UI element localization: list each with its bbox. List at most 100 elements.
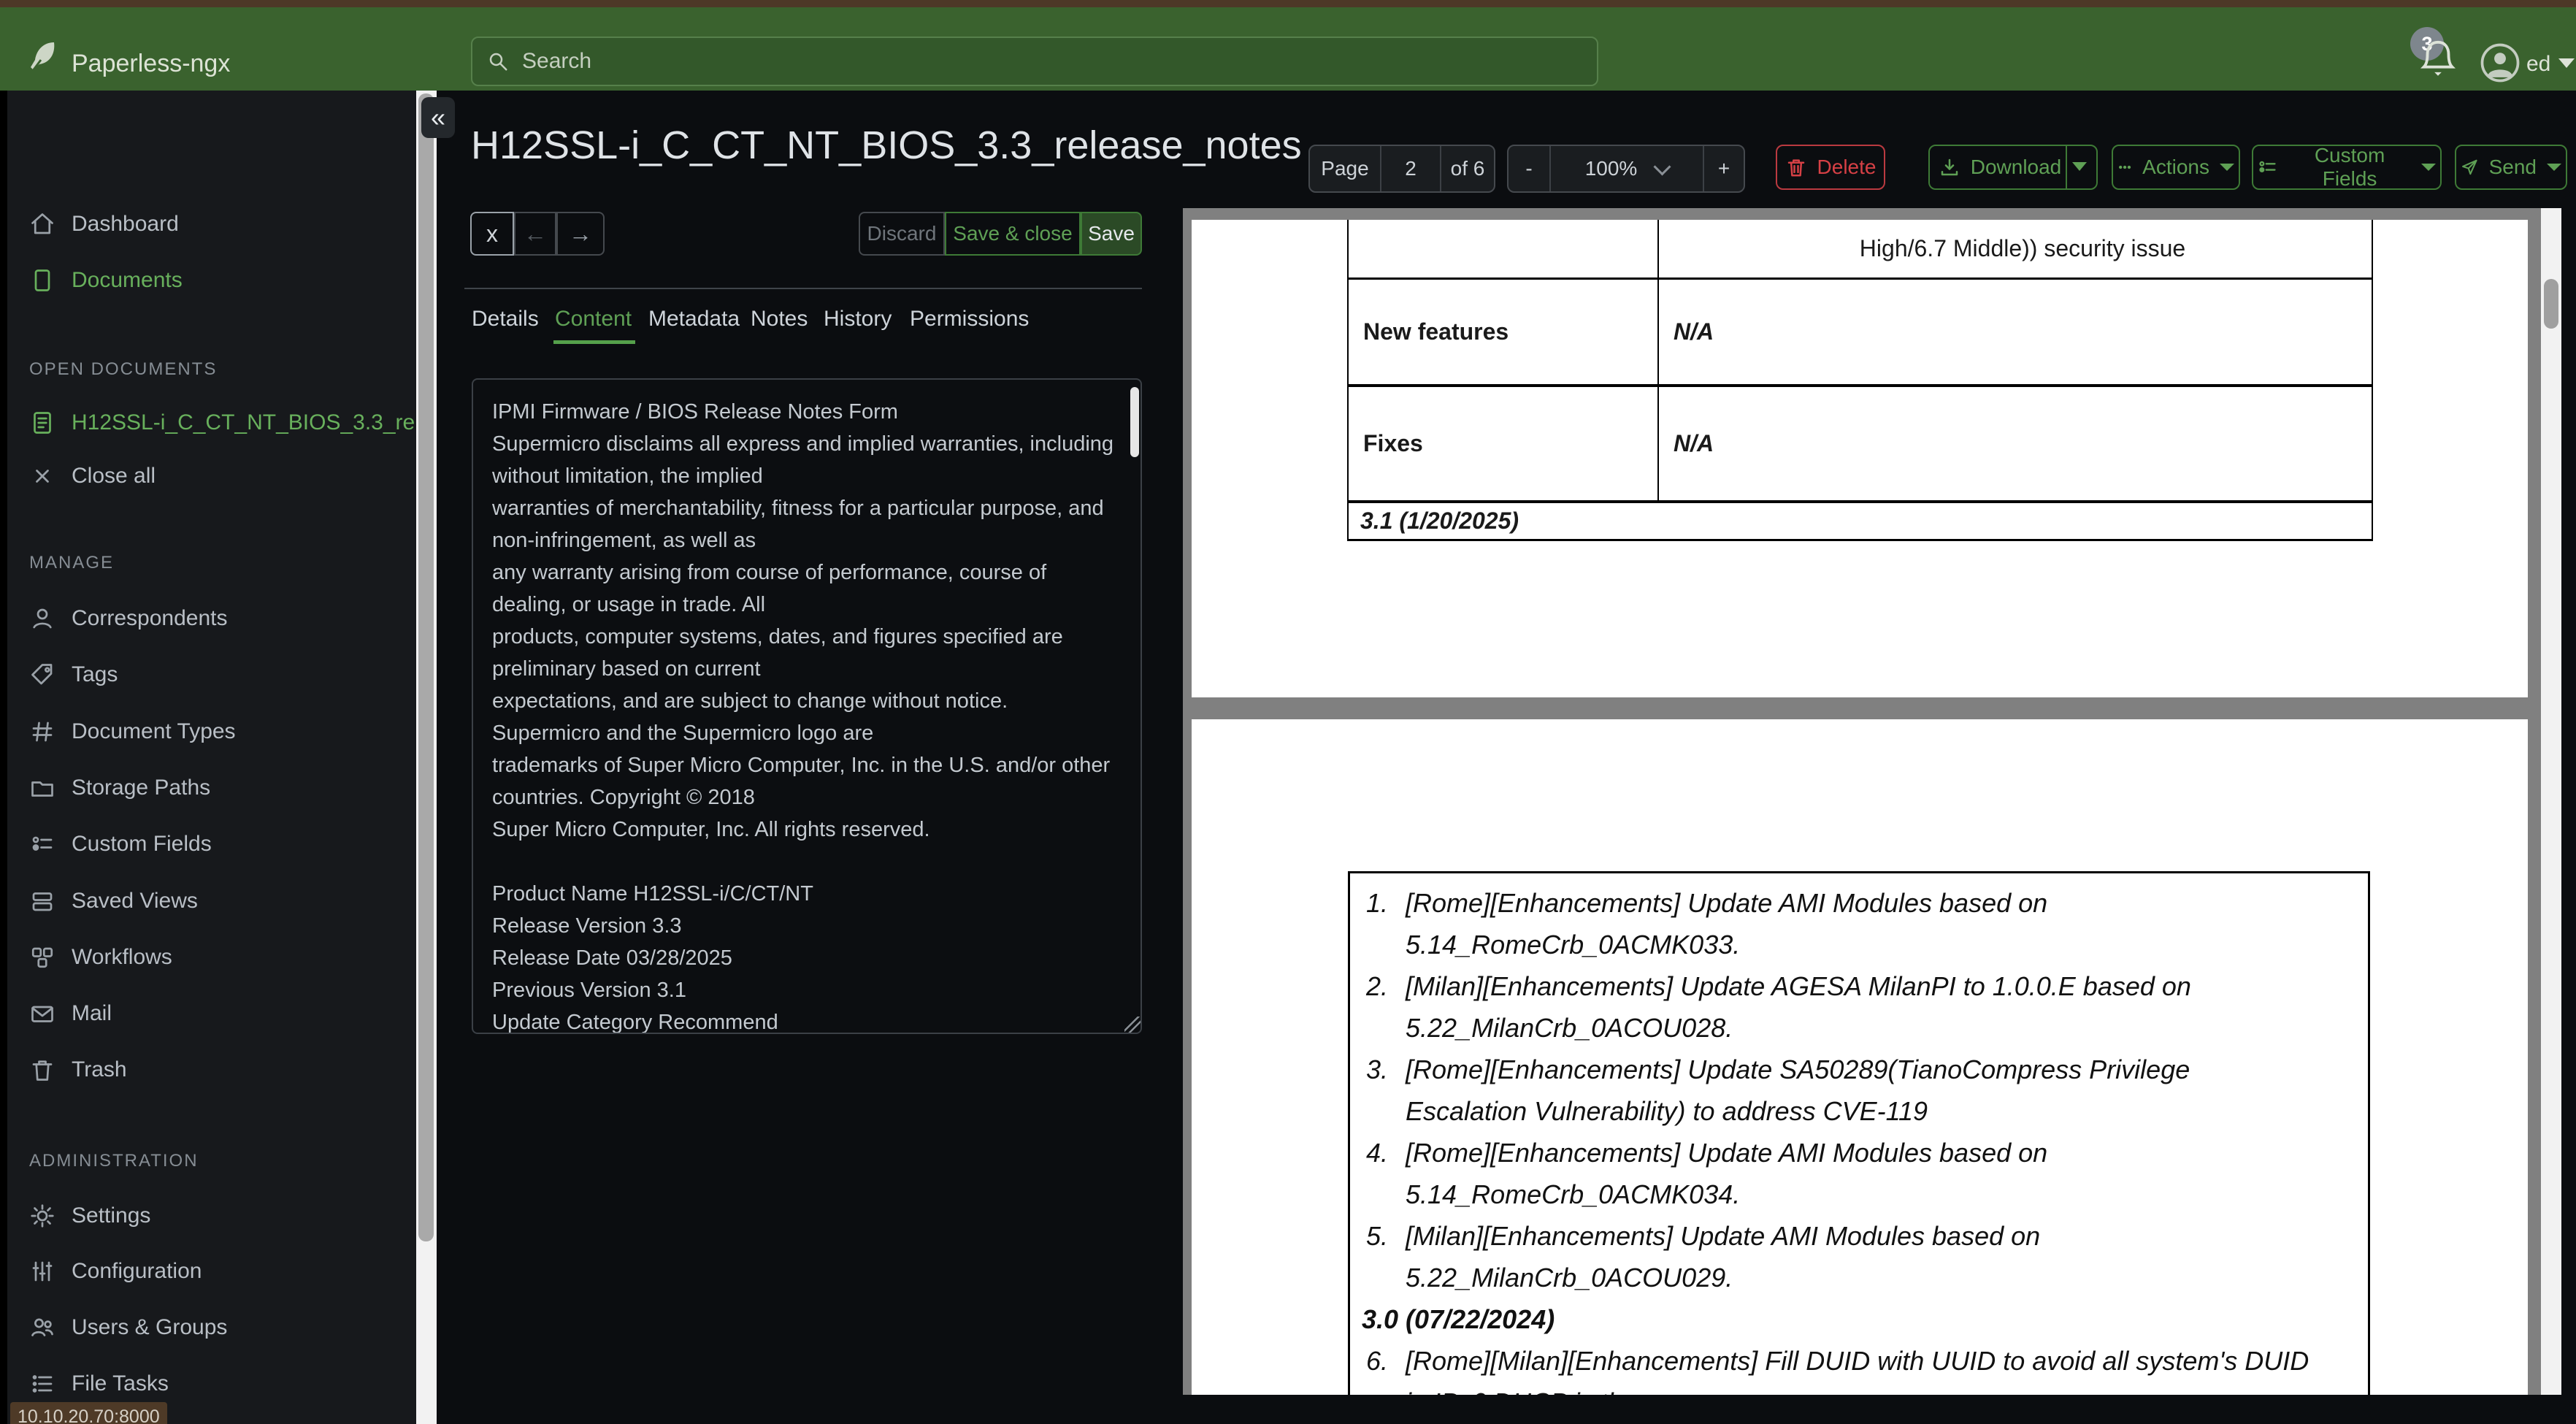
zoom-in-button[interactable]: + (1703, 146, 1744, 191)
trash-icon (1787, 159, 1804, 177)
list-item-number: 1. (1366, 888, 1389, 918)
discard-button[interactable]: Discard (859, 212, 945, 256)
user-menu-caret-icon[interactable] (2558, 58, 2575, 68)
release-notes-table: High/6.7 Middle)) security issue New fea… (1347, 220, 2373, 541)
sidebar: Dashboard Documents OPEN DOCUMENTS H12SS… (7, 91, 438, 1424)
list-item-text: [Milan][Enhancements] Update AMI Modules… (1406, 1221, 2041, 1293)
sidebar-item-workflows[interactable]: Workflows (29, 940, 172, 975)
sidebar-item-settings[interactable]: Settings (29, 1198, 150, 1233)
changelog-version-heading: 3.0 (07/22/2024) (1362, 1304, 1555, 1334)
list-item-text: [Rome][Enhancements] Update AMI Modules … (1406, 1138, 2048, 1209)
changelog-list-item: 4. [Rome][Enhancements] Update AMI Module… (1350, 1132, 2317, 1215)
list-item-text: [Rome][Enhancements] Update SA50289(Tian… (1406, 1054, 2190, 1126)
sidebar-item-mail[interactable]: Mail (29, 996, 112, 1031)
zoom-out-button[interactable]: - (1509, 146, 1549, 191)
sidebar-scrollbar-thumb[interactable] (418, 93, 434, 1241)
download-caret-icon[interactable] (2072, 162, 2087, 171)
zoom-level-value: 100% (1584, 157, 1638, 180)
delete-button[interactable]: Delete (1776, 145, 1885, 190)
table-value: N/A (1674, 430, 1714, 456)
sidebar-item-file-tasks[interactable]: File Tasks (29, 1366, 169, 1401)
page-number-input[interactable]: 2 (1380, 146, 1440, 191)
tab-history[interactable]: History (824, 307, 892, 332)
next-document-button[interactable]: → (556, 212, 605, 256)
changelog-list-item: 3. [Rome][Enhancements] Update SA50289(Ti… (1350, 1049, 2317, 1132)
textarea-scrollbar-thumb[interactable] (1130, 387, 1139, 457)
sidebar-item-open-document[interactable]: H12SSL-i_C_CT_NT_BIOS_3.3_rel... (29, 405, 438, 440)
tab-notes[interactable]: Notes (751, 307, 808, 332)
close-document-button[interactable]: x (470, 212, 514, 256)
sidebar-item-tags[interactable]: Tags (29, 657, 118, 692)
actions-caret-icon (2220, 164, 2234, 171)
table-cell-partial: High/6.7 Middle)) security issue (1859, 235, 2186, 261)
changelog-box: 1. [Rome][Enhancements] Update AMI Module… (1348, 871, 2370, 1395)
close-icon (36, 470, 49, 483)
table-cell (1349, 220, 1659, 277)
table-version-row: 3.1 (1/20/2025) (1347, 500, 2373, 541)
search-icon (489, 53, 507, 71)
changelog-list-item: 1. [Rome][Enhancements] Update AMI Module… (1350, 882, 2317, 965)
tab-content[interactable]: Content (555, 307, 632, 332)
list-item-number: 2. (1366, 971, 1389, 1001)
send-icon (2462, 159, 2477, 175)
textarea-resize-handle[interactable] (1124, 1017, 1141, 1033)
app-window: Paperless-ngx 3 ed Dashboard (0, 0, 2576, 1424)
sidebar-item-saved-views[interactable]: Saved Views (29, 884, 198, 919)
username-label[interactable]: ed (2526, 52, 2550, 77)
previous-document-button[interactable]: ← (514, 212, 556, 256)
save-and-close-button[interactable]: Save & close (945, 212, 1081, 256)
app-header: Paperless-ngx 3 ed (0, 7, 2576, 91)
tag-icon (31, 664, 53, 685)
bell-icon[interactable] (2417, 37, 2459, 83)
ellipsis-icon (2119, 165, 2131, 169)
sidebar-item-close-all[interactable]: Close all (29, 459, 156, 494)
sidebar-item-trash[interactable]: Trash (29, 1052, 127, 1087)
editor-divider (464, 288, 1142, 289)
list-item-text: [Milan][Enhancements] Update AGESA Milan… (1406, 971, 2191, 1043)
sidebar-item-dashboard[interactable]: Dashboard (29, 207, 179, 242)
gear-icon (31, 1204, 54, 1228)
actions-button[interactable]: Actions (2112, 145, 2240, 190)
list-item-number: 4. (1366, 1138, 1389, 1168)
preview-scrollbar-thumb[interactable] (2544, 279, 2558, 329)
user-avatar-icon[interactable] (2480, 42, 2521, 83)
window-edge (0, 91, 7, 1424)
global-search[interactable] (471, 37, 1598, 86)
sidebar-item-document-types[interactable]: Document Types (29, 714, 236, 749)
workflows-icon (31, 947, 53, 968)
tab-metadata[interactable]: Metadata (648, 307, 740, 332)
send-button[interactable]: Send (2455, 145, 2567, 190)
tab-details[interactable]: Details (472, 307, 539, 332)
sidebar-item-configuration[interactable]: Configuration (29, 1254, 202, 1289)
browser-top-strip (0, 0, 2576, 7)
list-item-text: [Rome][Milan][Enhancements] Fill DUID wi… (1406, 1346, 2309, 1395)
document-content-textarea[interactable]: IPMI Firmware / BIOS Release Notes Form … (472, 378, 1142, 1034)
custom-fields-button[interactable]: Custom Fields (2252, 144, 2442, 190)
tab-permissions[interactable]: Permissions (910, 307, 1029, 332)
document-icon (34, 269, 50, 291)
table-label: New features (1349, 280, 1659, 384)
sidebar-item-custom-fields[interactable]: Custom Fields (29, 827, 212, 862)
sidebar-item-users-groups[interactable]: Users & Groups (29, 1310, 227, 1345)
list-item-number: 6. (1366, 1346, 1389, 1376)
administration-header: ADMINISTRATION (29, 1151, 199, 1171)
list-item-number: 5. (1366, 1221, 1389, 1251)
sidebar-item-storage-paths[interactable]: Storage Paths (29, 770, 210, 805)
page-pager-group: Page 2 of 6 (1308, 145, 1495, 193)
save-button[interactable]: Save (1081, 212, 1142, 256)
custom-fields-icon (2259, 161, 2276, 173)
changelog-list-item: 6. [Rome][Milan][Enhancements] Fill DUID … (1350, 1340, 2317, 1395)
download-icon (1941, 158, 1958, 176)
task-list-icon (32, 1375, 53, 1393)
pdf-preview-pane[interactable]: High/6.7 Middle)) security issue New fea… (1183, 208, 2561, 1395)
sidebar-item-correspondents[interactable]: Correspondents (29, 601, 227, 636)
zoom-level-select[interactable]: 100% (1549, 146, 1703, 191)
sidebar-collapse-button[interactable]: « (421, 97, 455, 138)
sidebar-item-documents[interactable]: Documents (29, 263, 183, 298)
custom-fields-caret-icon (2421, 164, 2436, 171)
search-input[interactable] (521, 48, 1546, 74)
document-title: H12SSL-i_C_CT_NT_BIOS_3.3_release_notes (471, 123, 1302, 167)
preview-scrollbar-track[interactable] (2541, 208, 2561, 1395)
document-text-icon (34, 412, 51, 434)
users-icon (31, 1318, 53, 1336)
